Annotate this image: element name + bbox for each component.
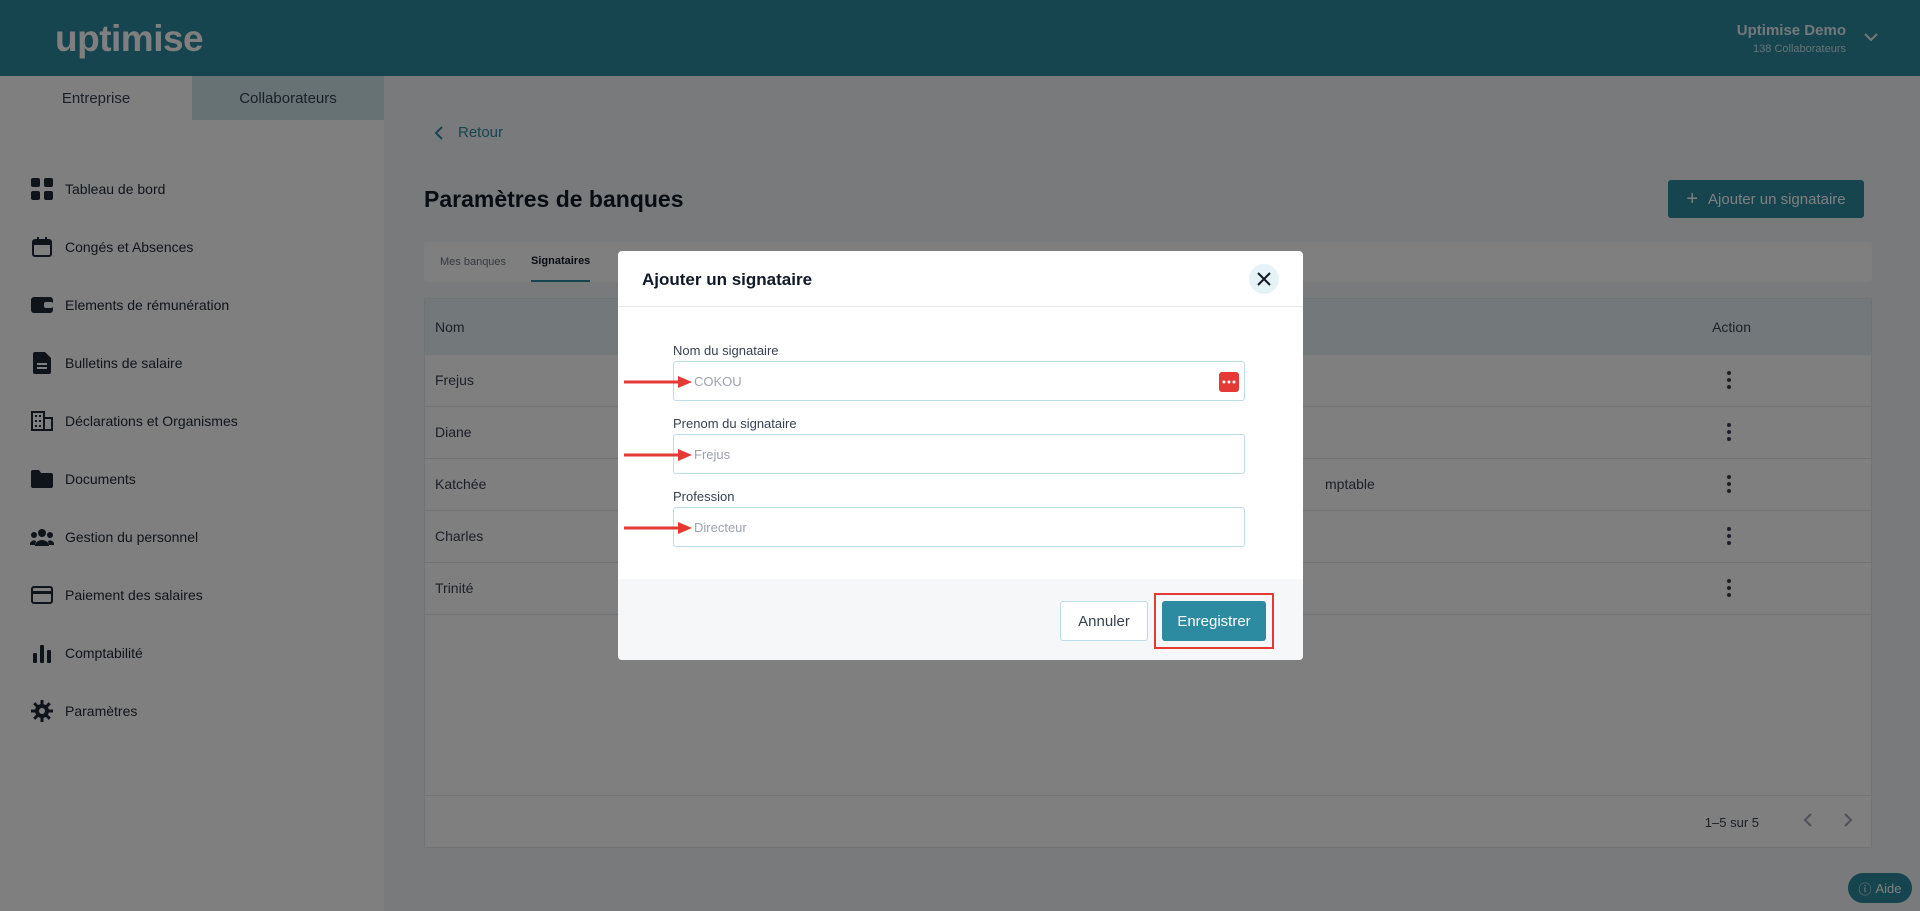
save-button[interactable]: Enregistrer	[1162, 601, 1266, 641]
cancel-button[interactable]: Annuler	[1060, 601, 1148, 641]
modal-header: Ajouter un signataire	[618, 251, 1303, 307]
prenom-signataire-input[interactable]: Frejus	[624, 434, 1245, 474]
nom-signataire-input[interactable]: COKOU	[624, 361, 1245, 401]
profession-label: Profession	[673, 489, 735, 504]
password-manager-icon[interactable]	[1219, 372, 1239, 392]
prenom-signataire-label: Prenom du signataire	[673, 416, 797, 431]
close-button[interactable]	[1249, 264, 1279, 294]
profession-value: Directeur	[694, 519, 747, 535]
modal-footer: Annuler Enregistrer	[618, 579, 1303, 660]
nom-signataire-value: COKOU	[694, 373, 742, 389]
nom-signataire-label: Nom du signataire	[673, 343, 779, 358]
annotation-highlight-box: Enregistrer	[1154, 593, 1274, 649]
modal-title: Ajouter un signataire	[642, 270, 813, 289]
annotation-arrow-icon	[624, 449, 692, 461]
close-icon	[1257, 272, 1271, 286]
add-signatory-modal: Ajouter un signataire Nom du signataire …	[618, 251, 1303, 660]
annotation-arrow-icon	[624, 522, 692, 534]
annotation-arrow-icon	[624, 376, 692, 388]
prenom-signataire-value: Frejus	[694, 446, 731, 462]
profession-input[interactable]: Directeur	[624, 507, 1245, 547]
modal-body: Nom du signataire COKOU Prenom du signat…	[618, 307, 1303, 579]
